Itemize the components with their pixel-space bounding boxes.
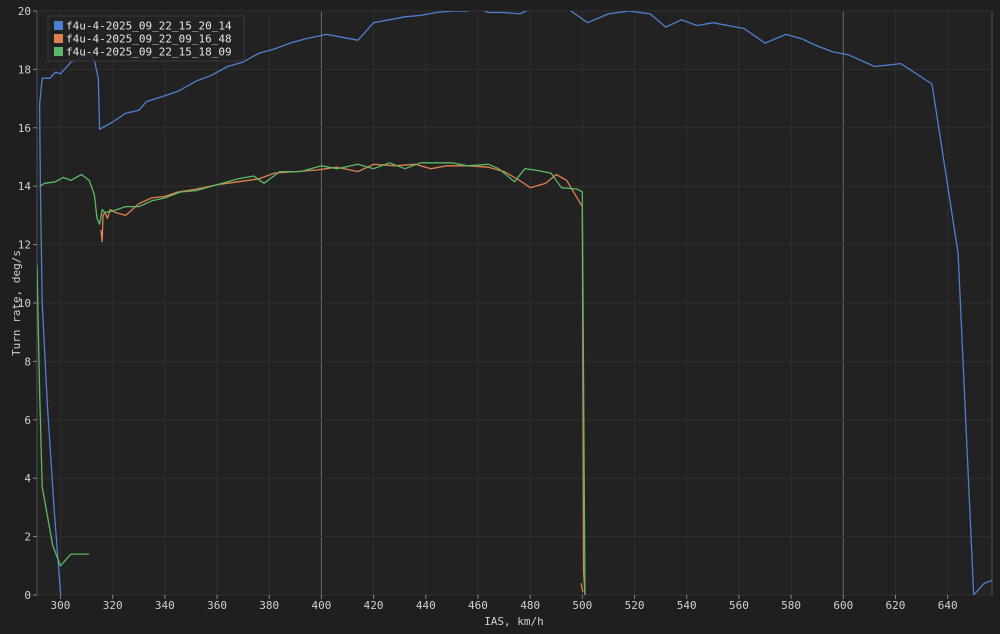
legend-label: f4u-4-2025_09_22_09_16_48 bbox=[66, 33, 232, 46]
legend-swatch bbox=[54, 47, 63, 56]
x-tick-label: 540 bbox=[677, 599, 697, 612]
x-tick-label: 500 bbox=[572, 599, 592, 612]
x-tick-label: 460 bbox=[468, 599, 488, 612]
x-tick-label: 380 bbox=[259, 599, 279, 612]
x-tick-label: 520 bbox=[625, 599, 645, 612]
y-axis-title: Turn rate, deg/s bbox=[10, 250, 23, 356]
x-tick-label: 300 bbox=[51, 599, 71, 612]
x-axis: 300 320 340 360 380 400 420 440 460 480 500 520 540 5… bbox=[51, 595, 958, 612]
legend-swatch bbox=[54, 34, 63, 43]
x-tick-label: 560 bbox=[729, 599, 749, 612]
legend-swatch bbox=[54, 21, 63, 30]
turn-rate-chart: 300 320 340 360 380 400 420 440 460 480 500 520 540 5… bbox=[10, 5, 993, 628]
y-tick-label: 0 bbox=[24, 589, 31, 602]
y-tick-label: 8 bbox=[24, 355, 31, 368]
x-tick-label: 580 bbox=[781, 599, 801, 612]
legend: f4u-4-2025_09_22_15_20_14f4u-4-2025_09_2… bbox=[47, 15, 245, 62]
x-tick-label: 600 bbox=[833, 599, 853, 612]
x-tick-label: 340 bbox=[155, 599, 175, 612]
y-tick-label: 4 bbox=[24, 472, 31, 485]
y-tick-label: 16 bbox=[18, 122, 31, 135]
y-tick-label: 18 bbox=[18, 63, 31, 76]
y-tick-label: 2 bbox=[24, 531, 31, 544]
x-tick-label: 440 bbox=[416, 599, 436, 612]
x-tick-label: 400 bbox=[311, 599, 331, 612]
x-tick-label: 620 bbox=[886, 599, 906, 612]
x-tick-label: 320 bbox=[103, 599, 123, 612]
y-tick-label: 12 bbox=[18, 239, 31, 252]
y-tick-label: 20 bbox=[18, 5, 31, 18]
x-axis-title: IAS, km/h bbox=[484, 615, 544, 628]
y-tick-label: 14 bbox=[18, 180, 32, 193]
y-tick-label: 6 bbox=[24, 414, 31, 427]
legend-label: f4u-4-2025_09_22_15_18_09 bbox=[66, 46, 232, 59]
x-tick-label: 640 bbox=[938, 599, 958, 612]
x-tick-label: 360 bbox=[207, 599, 227, 612]
x-tick-label: 420 bbox=[364, 599, 384, 612]
x-tick-label: 480 bbox=[520, 599, 540, 612]
legend-label: f4u-4-2025_09_22_15_20_14 bbox=[66, 20, 232, 33]
